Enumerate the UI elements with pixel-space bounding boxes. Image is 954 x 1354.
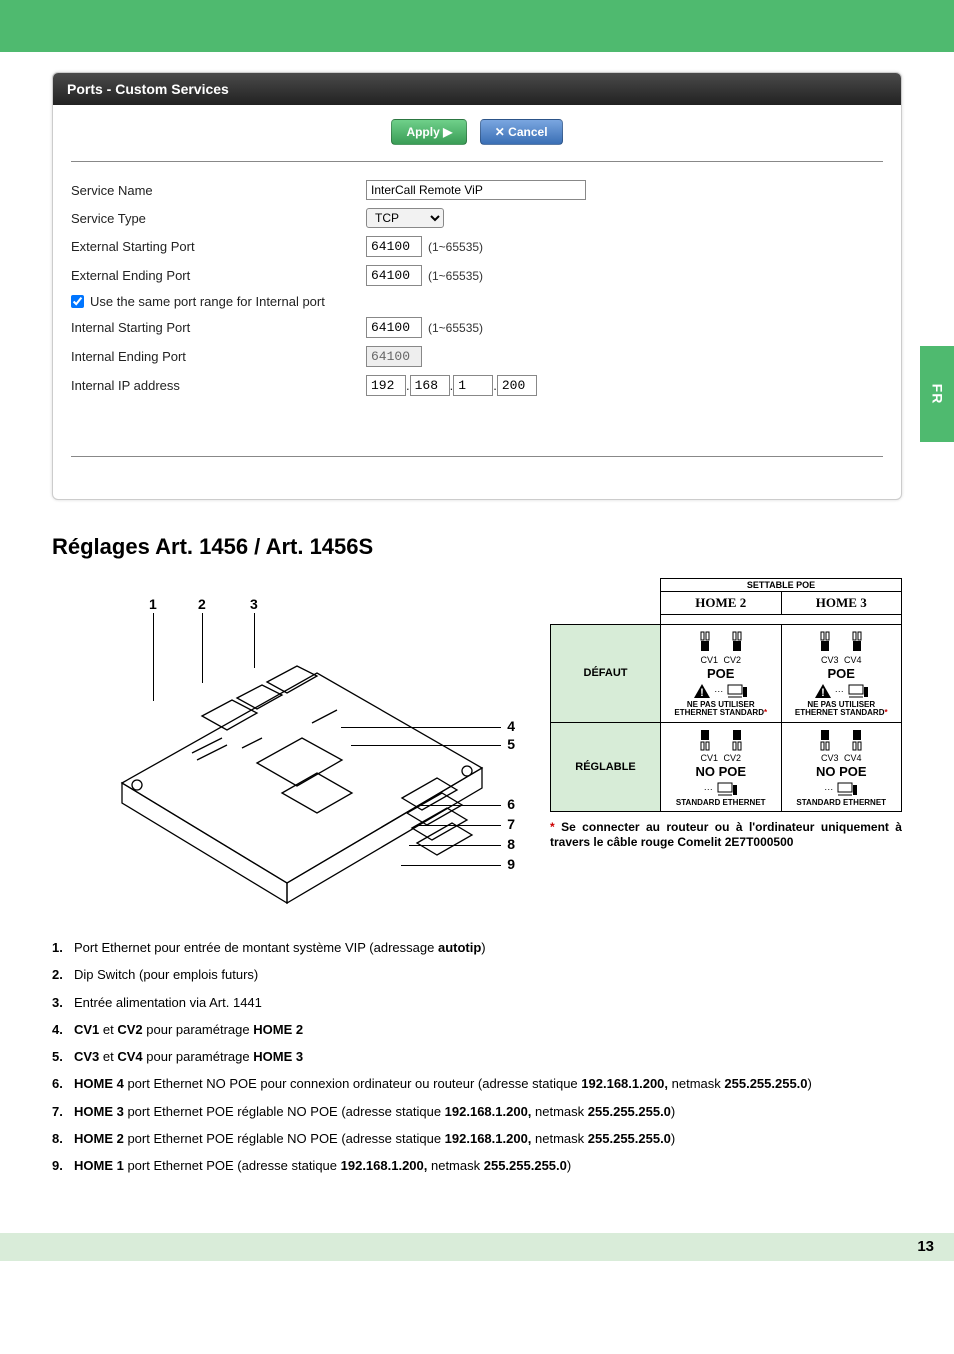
same-range-label: Use the same port range for Internal por… xyxy=(90,294,325,309)
callout-5: 5 xyxy=(507,736,515,752)
footer-bar: 13 xyxy=(0,1233,954,1261)
cell-settable-home2: CV1 CV2 NO POE ··· STANDARD ETHERNET xyxy=(661,722,782,811)
ip-label: Internal IP address xyxy=(71,378,366,393)
same-range-checkbox[interactable] xyxy=(71,295,84,308)
board-svg xyxy=(102,608,502,908)
callout-7: 7 xyxy=(507,816,515,832)
service-type-select[interactable]: TCP xyxy=(366,208,444,228)
ext-start-label: External Starting Port xyxy=(71,239,366,254)
jumper-open-icon xyxy=(696,729,714,751)
service-name-label: Service Name xyxy=(71,183,366,198)
int-start-input[interactable] xyxy=(366,317,422,338)
legend-item: 9.HOME 1 port Ethernet POE (adresse stat… xyxy=(52,1158,902,1174)
callout-8: 8 xyxy=(507,836,515,852)
callout-6: 6 xyxy=(507,796,515,812)
legend-item: 8.HOME 2 port Ethernet POE réglable NO P… xyxy=(52,1131,902,1147)
legend-list: 1.Port Ethernet pour entrée de montant s… xyxy=(52,940,902,1174)
ext-start-input[interactable] xyxy=(366,236,422,257)
int-start-label: Internal Starting Port xyxy=(71,320,366,335)
legend-item: 4.CV1 et CV2 pour paramétrage HOME 2 xyxy=(52,1022,902,1038)
top-green-bar xyxy=(0,0,954,52)
cell-settable-home3: CV3 CV4 NO POE ··· STANDARD ETHERNET xyxy=(781,722,902,811)
section-title: Réglages Art. 1456 / Art. 1456S xyxy=(52,534,902,560)
table-top-header: SETTABLE POE xyxy=(661,579,902,592)
service-type-label: Service Type xyxy=(71,211,366,226)
jumper-open-icon xyxy=(728,729,746,751)
callout-2: 2 xyxy=(198,596,206,612)
panel-title: Ports - Custom Services xyxy=(53,73,901,105)
svg-text:!: ! xyxy=(821,687,825,699)
port-hint: (1~65535) xyxy=(428,269,483,283)
board-diagram: 1 2 3 4 5 6 7 8 9 xyxy=(52,578,507,918)
computer-icon xyxy=(847,683,869,699)
row-default: DÉFAUT xyxy=(551,625,661,723)
callout-9: 9 xyxy=(507,856,515,872)
home3-header: HOME 3 xyxy=(781,592,902,615)
row-settable: RÉGLABLE xyxy=(551,722,661,811)
computer-icon xyxy=(716,781,738,797)
legend-item: 6.HOME 4 port Ethernet NO POE pour conne… xyxy=(52,1076,902,1092)
ip-octet-1[interactable] xyxy=(366,375,406,396)
port-hint: (1~65535) xyxy=(428,321,483,335)
ip-octet-2[interactable] xyxy=(410,375,450,396)
page-number: 13 xyxy=(917,1238,934,1255)
warning-icon: ! xyxy=(693,683,711,699)
jumper-open-icon xyxy=(816,729,834,751)
cell-default-home3: CV3 CV4 POE ! ··· NE PAS UTILISER ETHERN… xyxy=(781,625,902,723)
poe-table: SETTABLE POE HOME 2 HOME 3 DÉFAUT CV1 CV… xyxy=(550,578,902,812)
footnote: * Se connecter au routeur ou à l'ordinat… xyxy=(550,820,902,850)
callout-1: 1 xyxy=(149,596,157,612)
service-name-input[interactable] xyxy=(366,180,586,200)
computer-icon xyxy=(726,683,748,699)
legend-item: 5.CV3 et CV4 pour paramétrage HOME 3 xyxy=(52,1049,902,1065)
divider xyxy=(71,161,883,162)
int-end-label: Internal Ending Port xyxy=(71,349,366,364)
callout-4: 4 xyxy=(507,718,515,734)
divider-bottom xyxy=(71,456,883,457)
callout-3: 3 xyxy=(250,596,258,612)
legend-item: 1.Port Ethernet pour entrée de montant s… xyxy=(52,940,902,956)
cancel-button[interactable]: ✕ Cancel xyxy=(480,119,563,145)
ip-octet-4[interactable] xyxy=(497,375,537,396)
computer-icon xyxy=(836,781,858,797)
ext-end-label: External Ending Port xyxy=(71,268,366,283)
jumper-closed-icon xyxy=(848,631,866,653)
jumper-closed-icon xyxy=(728,631,746,653)
apply-button[interactable]: Apply ▶ xyxy=(391,119,467,145)
jumper-open-icon xyxy=(848,729,866,751)
jumper-closed-icon xyxy=(696,631,714,653)
jumper-closed-icon xyxy=(816,631,834,653)
int-end-input xyxy=(366,346,422,367)
ext-end-input[interactable] xyxy=(366,265,422,286)
svg-text:!: ! xyxy=(700,687,704,699)
home2-header: HOME 2 xyxy=(661,592,782,615)
cell-default-home2: CV1 CV2 POE ! ··· NE PAS UTILISER ETHERN… xyxy=(661,625,782,723)
port-hint: (1~65535) xyxy=(428,240,483,254)
ip-octet-3[interactable] xyxy=(453,375,493,396)
warning-icon: ! xyxy=(814,683,832,699)
legend-item: 2.Dip Switch (pour emplois futurs) xyxy=(52,967,902,983)
legend-item: 7.HOME 3 port Ethernet POE réglable NO P… xyxy=(52,1104,902,1120)
legend-item: 3.Entrée alimentation via Art. 1441 xyxy=(52,995,902,1011)
router-panel: Ports - Custom Services Apply ▶ ✕ Cancel… xyxy=(52,72,902,500)
